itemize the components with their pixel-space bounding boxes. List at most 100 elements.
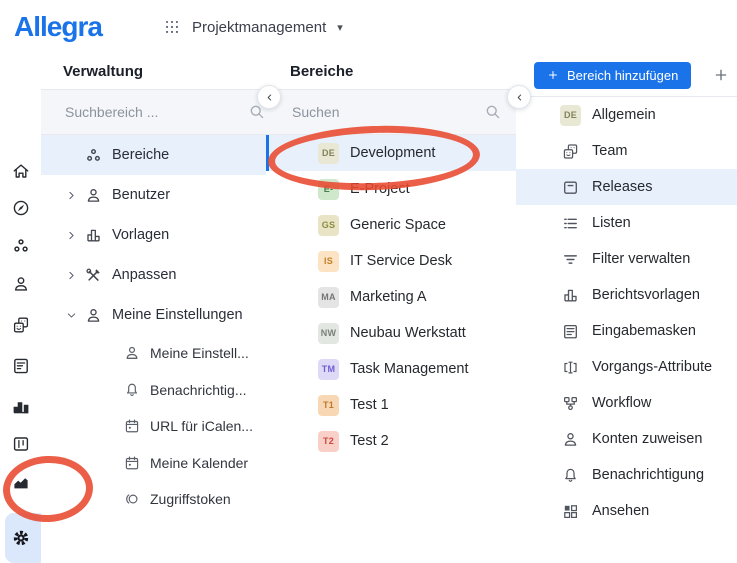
space-avatar: T2 bbox=[318, 431, 339, 452]
space-item-test-1[interactable]: T1 Test 1 bbox=[266, 387, 516, 423]
rail-item-team[interactable] bbox=[0, 315, 41, 335]
detail-item-label: Releases bbox=[592, 179, 652, 195]
space-item-neubau-werkstatt[interactable]: NW Neubau Werkstatt bbox=[266, 315, 516, 351]
add-space-button[interactable]: Bereich hinzufügen bbox=[534, 62, 691, 89]
sidebar-item-label: URL für iCalen... bbox=[150, 418, 253, 434]
user-icon bbox=[84, 306, 103, 325]
spaces-search-row bbox=[266, 90, 516, 135]
space-item-label: Generic Space bbox=[350, 217, 446, 233]
rail-item-explore[interactable] bbox=[0, 198, 41, 218]
rail-item-statistics[interactable] bbox=[0, 396, 41, 416]
compass-icon bbox=[11, 198, 31, 218]
space-avatar: MA bbox=[318, 287, 339, 308]
app-logo: Allegra bbox=[14, 11, 102, 43]
user-icon bbox=[11, 274, 31, 294]
rail-item-home[interactable] bbox=[0, 161, 41, 181]
sidebar-item-zugriffstoken[interactable]: Zugriffstoken bbox=[41, 481, 266, 518]
detail-item-vorgangs-attribute[interactable]: Vorgangs-Attribute bbox=[516, 349, 737, 385]
space-item-test-2[interactable]: T2 Test 2 bbox=[266, 423, 516, 459]
workflow-icon bbox=[561, 394, 580, 413]
chevron-right-icon[interactable] bbox=[65, 228, 84, 242]
sidebar-item-meine-einstell[interactable]: Meine Einstell... bbox=[41, 335, 266, 372]
detail-item-listen[interactable]: Listen bbox=[516, 205, 737, 241]
add-icon[interactable] bbox=[713, 67, 729, 83]
sidebar-item-url-icalendar[interactable]: URL für iCalen... bbox=[41, 408, 266, 445]
sidebar-item-vorlagen[interactable]: Vorlagen bbox=[41, 215, 266, 255]
detail-item-label: Benachrichtigung bbox=[592, 467, 704, 483]
sidebar-item-label: Benutzer bbox=[112, 187, 170, 203]
bar-chart-icon bbox=[11, 396, 31, 416]
sidebar-item-label: Bereiche bbox=[112, 147, 169, 163]
space-avatar: DE bbox=[318, 143, 339, 164]
rail-item-users[interactable] bbox=[0, 274, 41, 294]
trend-chart-icon bbox=[11, 472, 31, 492]
list-icon bbox=[561, 214, 580, 233]
spaces-panel: Bereiche DE Development E- E-Project GS … bbox=[266, 54, 517, 519]
tools-icon bbox=[84, 266, 103, 285]
sidebar-item-meine-kalender[interactable]: Meine Kalender bbox=[41, 445, 266, 482]
calendar-icon bbox=[123, 417, 141, 435]
calendar-icon bbox=[123, 454, 141, 472]
detail-item-ansehen[interactable]: Ansehen bbox=[516, 493, 737, 529]
detail-item-label: Berichtsvorlagen bbox=[592, 287, 700, 303]
detail-item-berichtsvorlagen[interactable]: Berichtsvorlagen bbox=[516, 277, 737, 313]
admin-search-input[interactable] bbox=[63, 103, 248, 121]
user-icon bbox=[84, 186, 103, 205]
detail-item-label: Workflow bbox=[592, 395, 651, 411]
spaces-search-input[interactable] bbox=[290, 103, 484, 121]
box-icon bbox=[561, 178, 580, 197]
space-item-development[interactable]: DE Development bbox=[266, 135, 516, 171]
sidebar-item-label: Vorlagen bbox=[112, 227, 169, 243]
user-icon bbox=[561, 430, 580, 449]
workspace-label: Projektmanagement bbox=[192, 19, 326, 36]
space-item-label: Task Management bbox=[350, 361, 468, 377]
detail-item-benachrichtigung[interactable]: Benachrichtigung bbox=[516, 457, 737, 493]
admin-panel-title: Verwaltung bbox=[41, 54, 266, 90]
space-item-e-project[interactable]: E- E-Project bbox=[266, 171, 516, 207]
rail-item-trends[interactable] bbox=[0, 472, 41, 492]
rail-item-settings[interactable] bbox=[0, 528, 41, 548]
workspace-switcher[interactable]: Projektmanagement ▾ bbox=[163, 0, 343, 54]
bell-icon bbox=[123, 381, 141, 399]
detail-item-filter-verwalten[interactable]: Filter verwalten bbox=[516, 241, 737, 277]
sidebar-item-anpassen[interactable]: Anpassen bbox=[41, 255, 266, 295]
bell-icon bbox=[561, 466, 580, 485]
detail-toolbar: Bereich hinzufügen bbox=[516, 54, 737, 97]
rail-item-board[interactable] bbox=[0, 434, 41, 454]
team-masks-icon bbox=[561, 142, 580, 161]
form-icon bbox=[561, 322, 580, 341]
collapse-admin-panel-button[interactable] bbox=[257, 85, 281, 109]
spaces-dots-icon bbox=[11, 236, 31, 256]
chevron-down-icon[interactable] bbox=[65, 308, 84, 322]
chevron-right-icon[interactable] bbox=[65, 188, 84, 202]
detail-item-konten-zuweisen[interactable]: Konten zuweisen bbox=[516, 421, 737, 457]
space-item-generic-space[interactable]: GS Generic Space bbox=[266, 207, 516, 243]
space-item-label: Test 2 bbox=[350, 433, 389, 449]
spaces-dots-icon bbox=[84, 146, 103, 165]
collapse-spaces-panel-button[interactable] bbox=[507, 85, 531, 109]
detail-item-eingabemasken[interactable]: Eingabemasken bbox=[516, 313, 737, 349]
sidebar-item-benutzer[interactable]: Benutzer bbox=[41, 175, 266, 215]
token-icon bbox=[123, 490, 141, 508]
detail-item-releases[interactable]: Releases bbox=[516, 169, 737, 205]
detail-item-workflow[interactable]: Workflow bbox=[516, 385, 737, 421]
chevron-spacer bbox=[65, 148, 84, 162]
space-item-marketing-a[interactable]: MA Marketing A bbox=[266, 279, 516, 315]
column-chart-icon bbox=[84, 226, 103, 245]
sidebar-item-label: Anpassen bbox=[112, 267, 177, 283]
sidebar-item-meine-einstellungen[interactable]: Meine Einstellungen bbox=[41, 295, 266, 335]
sidebar-item-benachrichtigung[interactable]: Benachrichtig... bbox=[41, 372, 266, 409]
rail-item-spaces[interactable] bbox=[0, 236, 41, 256]
space-item-label: Test 1 bbox=[350, 397, 389, 413]
chevron-right-icon[interactable] bbox=[65, 268, 84, 282]
app-header: Allegra Projektmanagement ▾ bbox=[0, 0, 737, 55]
sidebar-item-bereiche[interactable]: Bereiche bbox=[41, 135, 266, 175]
space-item-task-management[interactable]: TM Task Management bbox=[266, 351, 516, 387]
rail-item-reports[interactable] bbox=[0, 356, 41, 376]
icon-rail bbox=[0, 54, 42, 519]
detail-item-allgemein[interactable]: DE Allgemein bbox=[516, 97, 737, 133]
space-avatar: DE bbox=[560, 105, 581, 126]
detail-item-label: Allgemein bbox=[592, 107, 656, 123]
space-item-it-service-desk[interactable]: IS IT Service Desk bbox=[266, 243, 516, 279]
detail-item-team[interactable]: Team bbox=[516, 133, 737, 169]
